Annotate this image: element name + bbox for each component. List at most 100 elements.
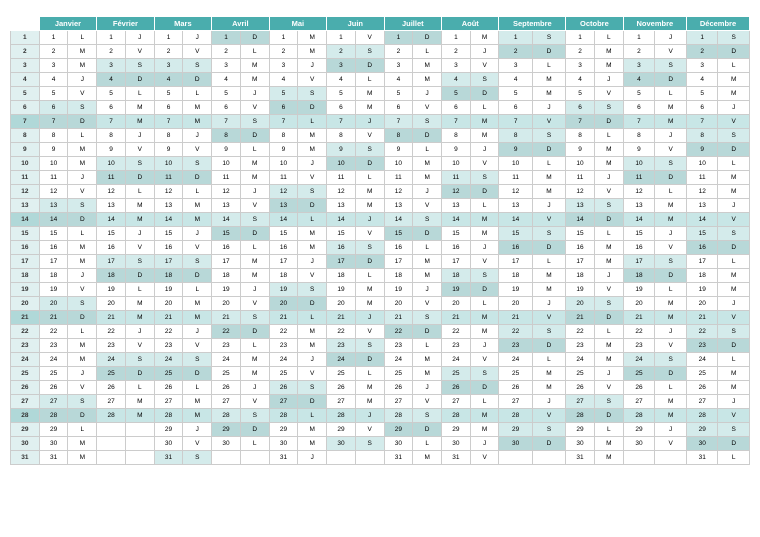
day-number: 1: [269, 31, 298, 45]
day-letter: S: [655, 157, 687, 171]
day-letter: M: [413, 73, 442, 87]
day-letter: V: [68, 381, 97, 395]
day-number: 17: [97, 255, 126, 269]
day-number: 25: [623, 367, 655, 381]
day-letter: D: [594, 115, 623, 129]
day-letter: M: [298, 31, 327, 45]
day-number: 31: [269, 451, 298, 465]
day-number: 30: [212, 437, 241, 451]
day-letter: V: [470, 353, 499, 367]
day-number: 16: [269, 241, 298, 255]
day-number: 14: [623, 213, 655, 227]
day-letter: S: [413, 409, 442, 423]
day-number: 2: [327, 45, 356, 59]
day-number: 3: [687, 59, 718, 73]
day-number: 7: [97, 115, 126, 129]
day-number: 15: [212, 227, 241, 241]
day-letter: L: [240, 143, 269, 157]
day-letter: L: [470, 297, 499, 311]
day-number: 5: [212, 87, 241, 101]
day-number: 22: [687, 325, 718, 339]
day-number: 13: [687, 199, 718, 213]
day-number: 29: [212, 423, 241, 437]
day-letter: D: [655, 73, 687, 87]
month-jul: Juillet: [384, 17, 441, 31]
day-letter: M: [413, 255, 442, 269]
day-letter: S: [355, 241, 384, 255]
day-number: 3: [154, 59, 183, 73]
day-number: 6: [566, 101, 595, 115]
day-number: 18: [384, 269, 413, 283]
day-number: 29: [499, 423, 532, 437]
day-letter: V: [655, 45, 687, 59]
day-number: 23: [154, 339, 183, 353]
day-letter: V: [655, 437, 687, 451]
day-number: 13: [212, 199, 241, 213]
day-letter: J: [718, 101, 750, 115]
day-letter: M: [532, 185, 565, 199]
day-number: 11: [623, 171, 655, 185]
day-letter: L: [68, 325, 97, 339]
day-number: 4: [566, 73, 595, 87]
day-number: 16: [154, 241, 183, 255]
day-letter: M: [298, 45, 327, 59]
day-number: 25: [442, 367, 471, 381]
day-letter: S: [413, 115, 442, 129]
day-letter: L: [655, 283, 687, 297]
day-number: 30: [499, 437, 532, 451]
day-letter: M: [183, 409, 212, 423]
row-number: 20: [11, 297, 40, 311]
day-number: 24: [97, 353, 126, 367]
day-letter: V: [470, 157, 499, 171]
day-letter: D: [594, 409, 623, 423]
day-letter: L: [240, 45, 269, 59]
day-number: 17: [442, 255, 471, 269]
day-number: 12: [154, 185, 183, 199]
day-number: 11: [327, 171, 356, 185]
day-number: 28: [97, 409, 126, 423]
day-letter: M: [718, 87, 750, 101]
day-number: 8: [39, 129, 68, 143]
day-letter: L: [718, 157, 750, 171]
day-number: 3: [384, 59, 413, 73]
day-number: 5: [39, 87, 68, 101]
day-letter: S: [532, 129, 565, 143]
row-number: 17: [11, 255, 40, 269]
day-number: 11: [154, 171, 183, 185]
day-number: 31: [154, 451, 183, 465]
day-letter: L: [298, 115, 327, 129]
day-letter: M: [240, 171, 269, 185]
day-letter: J: [183, 423, 212, 437]
day-letter: M: [355, 395, 384, 409]
day-number: 6: [442, 101, 471, 115]
day-number: 23: [384, 339, 413, 353]
day-letter: M: [240, 269, 269, 283]
day-number: 23: [623, 339, 655, 353]
day-number: 24: [39, 353, 68, 367]
day-letter: V: [594, 87, 623, 101]
day-letter: J: [470, 143, 499, 157]
day-letter: L: [718, 451, 750, 465]
day-letter: M: [240, 367, 269, 381]
month-jun: Juin: [327, 17, 384, 31]
day-letter: V: [298, 73, 327, 87]
day-letter: D: [594, 311, 623, 325]
day-letter: L: [655, 381, 687, 395]
day-letter: D: [125, 367, 154, 381]
day-number: 25: [39, 367, 68, 381]
day-number: 29: [566, 423, 595, 437]
day-letter: M: [125, 115, 154, 129]
day-number: 6: [499, 101, 532, 115]
row-number: 28: [11, 409, 40, 423]
day-number: 12: [39, 185, 68, 199]
day-letter: M: [718, 283, 750, 297]
day-number: 14: [97, 213, 126, 227]
day-number: 10: [687, 157, 718, 171]
day-number: 1: [623, 31, 655, 45]
day-number: 25: [566, 367, 595, 381]
day-letter: L: [413, 45, 442, 59]
day-letter: M: [355, 87, 384, 101]
row-number: 9: [11, 143, 40, 157]
day-letter: M: [594, 241, 623, 255]
day-number: 31: [384, 451, 413, 465]
